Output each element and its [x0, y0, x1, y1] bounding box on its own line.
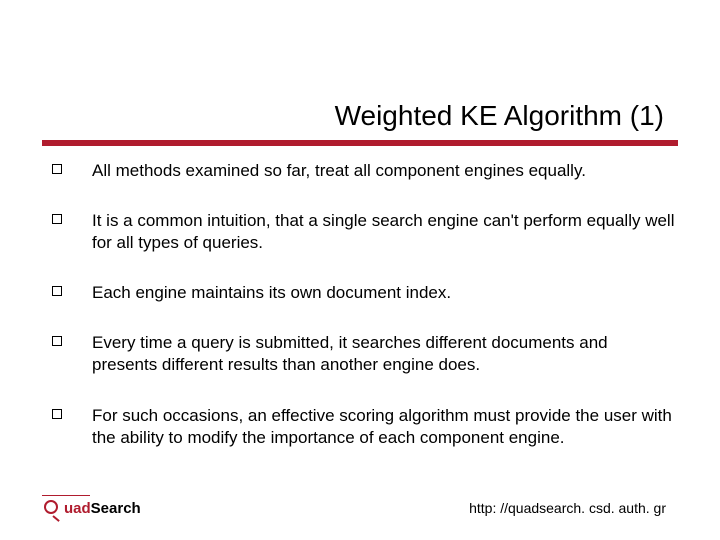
- list-item: Every time a query is submitted, it sear…: [50, 332, 676, 376]
- footer-rule: [42, 495, 90, 496]
- list-item: For such occasions, an effective scoring…: [50, 405, 676, 449]
- list-item: It is a common intuition, that a single …: [50, 210, 676, 254]
- bullet-text: All methods examined so far, treat all c…: [92, 161, 586, 180]
- list-item: All methods examined so far, treat all c…: [50, 160, 676, 182]
- footer-logo: uad Search: [42, 498, 141, 518]
- bullet-text: Every time a query is submitted, it sear…: [92, 333, 608, 374]
- bullet-text: It is a common intuition, that a single …: [92, 211, 675, 252]
- bullet-list: All methods examined so far, treat all c…: [50, 160, 676, 449]
- list-item: Each engine maintains its own document i…: [50, 282, 676, 304]
- bullet-square-icon: [52, 286, 62, 296]
- bullet-square-icon: [52, 336, 62, 346]
- footer-url: http: //quadsearch. csd. auth. gr: [469, 500, 666, 516]
- brand-text-part2: Search: [91, 500, 141, 517]
- slide: Weighted KE Algorithm (1) All methods ex…: [0, 0, 720, 540]
- bullet-square-icon: [52, 409, 62, 419]
- brand-text-part1: uad: [64, 500, 91, 517]
- bullet-text: For such occasions, an effective scoring…: [92, 406, 672, 447]
- content-area: All methods examined so far, treat all c…: [50, 160, 676, 477]
- slide-title: Weighted KE Algorithm (1): [335, 100, 664, 132]
- q-logo-icon: [42, 498, 62, 518]
- title-underline: [42, 140, 678, 146]
- bullet-square-icon: [52, 164, 62, 174]
- bullet-square-icon: [52, 214, 62, 224]
- bullet-text: Each engine maintains its own document i…: [92, 283, 451, 302]
